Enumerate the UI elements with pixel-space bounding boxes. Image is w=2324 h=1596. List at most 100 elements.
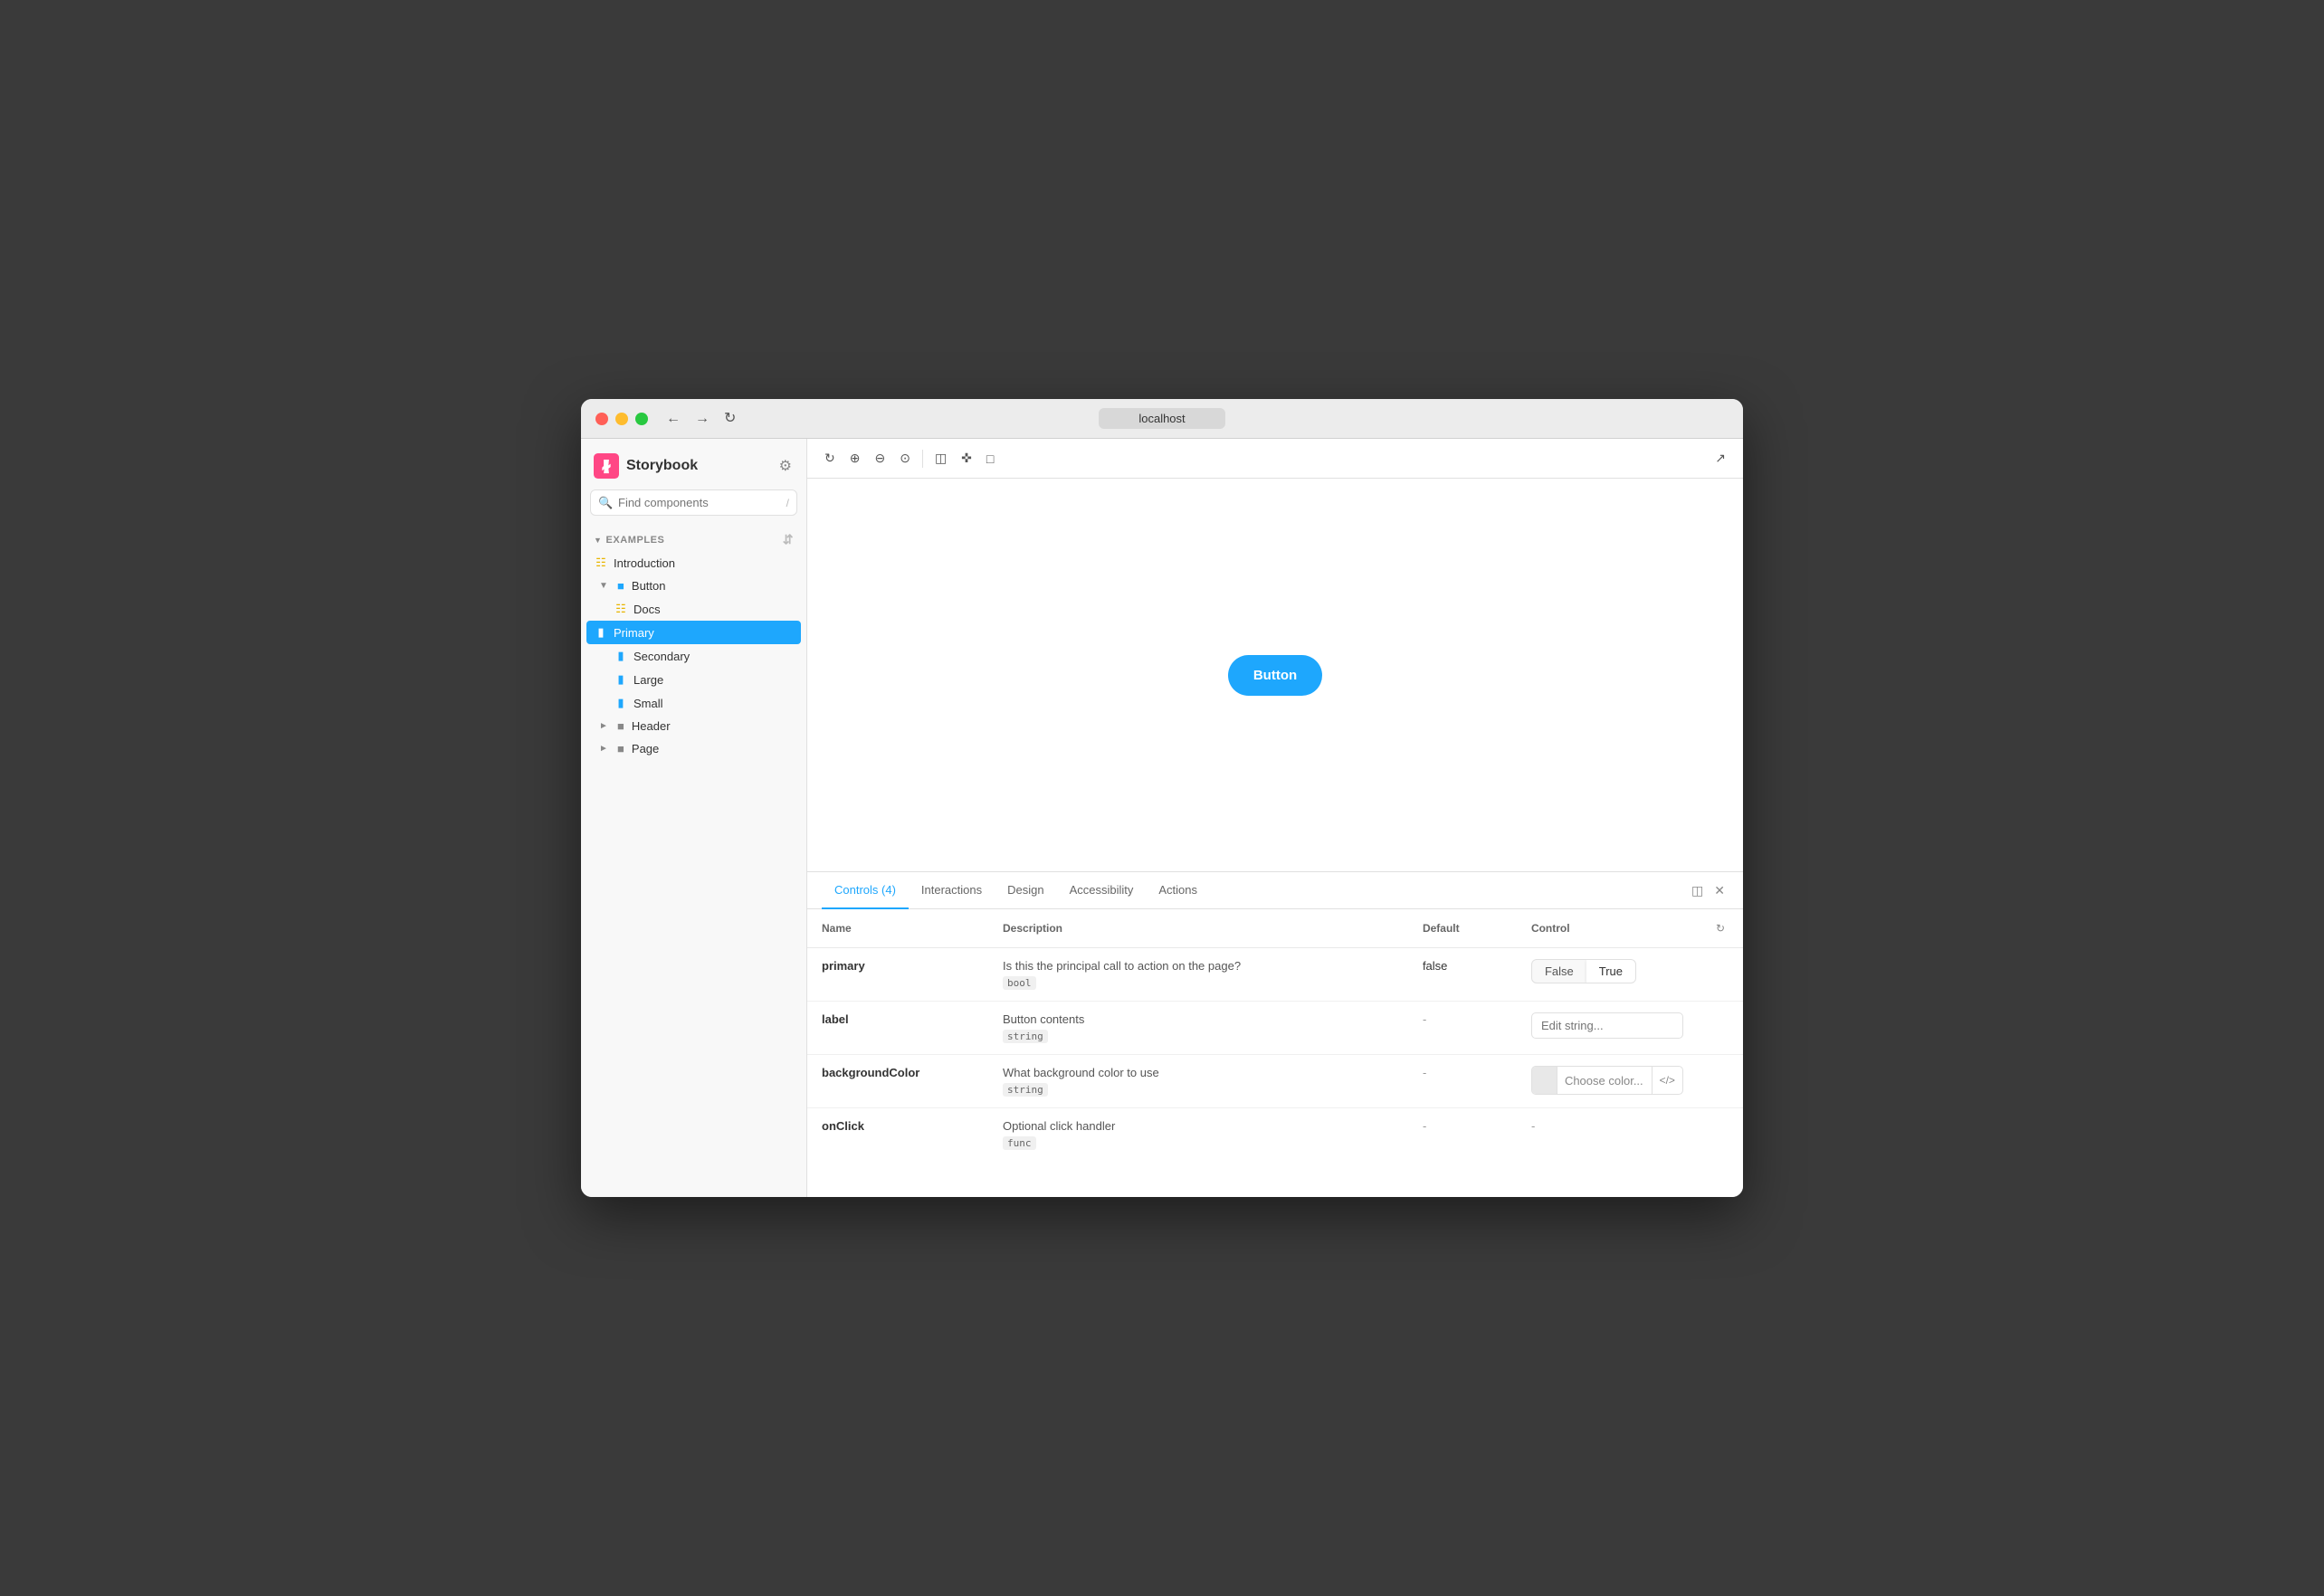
col-header-reset: ↻ [1698, 909, 1743, 948]
reload-toolbar-button[interactable]: ↻ [818, 445, 842, 471]
row-default-primary: false [1408, 948, 1517, 1002]
toolbar-right: ↗ [1709, 445, 1732, 471]
maximize-button[interactable] [635, 413, 648, 425]
table-row: label Button contents string - [807, 1002, 1743, 1055]
tab-controls[interactable]: Controls (4) [822, 872, 909, 909]
bottom-panel: Controls (4) Interactions Design Accessi… [807, 871, 1743, 1197]
sidebar-item-label: Secondary [633, 650, 690, 663]
settings-button[interactable]: ⚙ [777, 455, 794, 477]
search-icon: 🔍 [598, 496, 613, 510]
nav-section-examples: ▼ EXAMPLES ⇵ ☷ Introduction ▼ ■ Button [581, 528, 806, 767]
frame-button[interactable]: ◫ [929, 445, 953, 471]
open-new-tab-button[interactable]: ↗ [1709, 445, 1732, 471]
col-header-name: Name [807, 909, 988, 948]
color-placeholder-text: Choose color... [1557, 1074, 1652, 1088]
section-header-examples[interactable]: ▼ EXAMPLES ⇵ [581, 528, 806, 551]
row-control-primary: False True [1517, 948, 1698, 1002]
row-desc-onclick: Optional click handler func [988, 1108, 1408, 1162]
type-badge-bgcolor: string [1003, 1083, 1048, 1097]
col-header-default: Default [1408, 909, 1517, 948]
sidebar-group-header[interactable]: ► ■ Header [581, 715, 806, 737]
sidebar-group-button[interactable]: ▼ ■ Button [581, 575, 806, 597]
story-icon: ▮ [594, 625, 608, 640]
tab-accessibility[interactable]: Accessibility [1057, 872, 1147, 909]
zoom-reset-button[interactable]: ⊙ [893, 445, 917, 471]
tab-interactions[interactable]: Interactions [909, 872, 995, 909]
row-name-bgcolor: backgroundColor [807, 1055, 988, 1108]
app-window: ← → ↻ localhost Storybook ⚙ � [581, 399, 1743, 1197]
row-default-onclick: - [1408, 1108, 1517, 1162]
close-panel-button[interactable]: ✕ [1710, 879, 1729, 902]
label-string-input[interactable] [1531, 1012, 1683, 1039]
sidebar-header: Storybook ⚙ [581, 439, 806, 489]
logo-text: Storybook [626, 458, 698, 474]
sidebar-item-button-small[interactable]: ▮ Small [581, 691, 806, 715]
chevron-down-icon: ▼ [594, 536, 602, 545]
sidebar-item-label: Introduction [614, 556, 675, 570]
preview-area: Button [807, 479, 1743, 871]
grid-button[interactable]: ✜ [955, 445, 978, 471]
storybook-logo-icon [594, 453, 619, 479]
sidebar-item-label: Primary [614, 626, 654, 640]
sidebar-group-label: Page [632, 742, 659, 755]
expand-panel-button[interactable]: ◫ [1688, 879, 1707, 902]
sidebar-item-label: Large [633, 673, 663, 687]
back-button[interactable]: ← [666, 412, 681, 426]
row-name-label: label [807, 1002, 988, 1055]
row-reset-bgcolor [1698, 1055, 1743, 1108]
color-swatch[interactable] [1532, 1067, 1557, 1094]
component-icon: ■ [614, 719, 628, 733]
bool-true-option[interactable]: True [1586, 960, 1635, 983]
preview-button[interactable]: Button [1228, 655, 1322, 696]
sidebar-item-introduction[interactable]: ☷ Introduction [581, 551, 806, 575]
caret-down-icon: ▼ [599, 581, 608, 591]
table-row: onClick Optional click handler func - - [807, 1108, 1743, 1162]
toolbar-divider-1 [922, 450, 923, 468]
tab-actions[interactable]: Actions [1146, 872, 1210, 909]
measure-button[interactable]: □ [980, 446, 1000, 471]
row-default-label: - [1408, 1002, 1517, 1055]
main-content: ↻ ⊕ ⊖ ⊙ ◫ ✜ □ ↗ Button Controls (4) [807, 439, 1743, 1197]
sidebar-item-label: Docs [633, 603, 661, 616]
search-input[interactable] [590, 489, 797, 516]
table-row: primary Is this the principal call to ac… [807, 948, 1743, 1002]
zoom-in-button[interactable]: ⊕ [843, 445, 867, 471]
row-name-onclick: onClick [807, 1108, 988, 1162]
zoom-out-button[interactable]: ⊖ [868, 445, 891, 471]
row-reset-primary [1698, 948, 1743, 1002]
color-code-button[interactable]: </> [1652, 1067, 1682, 1094]
row-default-bgcolor: - [1408, 1055, 1517, 1108]
sidebar-group-label: Button [632, 579, 666, 593]
search-shortcut: / [786, 497, 789, 509]
sidebar-item-button-secondary[interactable]: ▮ Secondary [581, 644, 806, 668]
sidebar-item-button-primary[interactable]: ▮ Primary [586, 621, 801, 644]
story-icon: ▮ [614, 672, 628, 687]
docs-icon: ☷ [614, 602, 628, 616]
logo-area: Storybook [594, 453, 698, 479]
search-box: 🔍 / [590, 489, 797, 516]
toolbar: ↻ ⊕ ⊖ ⊙ ◫ ✜ □ ↗ [807, 439, 1743, 479]
type-badge-onclick: func [1003, 1136, 1036, 1150]
col-header-control: Control [1517, 909, 1698, 948]
minimize-button[interactable] [615, 413, 628, 425]
bool-false-option[interactable]: False [1532, 960, 1586, 983]
sidebar-item-button-large[interactable]: ▮ Large [581, 668, 806, 691]
forward-button[interactable]: → [695, 412, 710, 426]
controls-table: Name Description Default Control ↻ [807, 909, 1743, 1197]
reload-button[interactable]: ↻ [724, 412, 736, 426]
sidebar-item-button-docs[interactable]: ☷ Docs [581, 597, 806, 621]
sidebar-group-page[interactable]: ► ■ Page [581, 737, 806, 760]
type-badge-primary: bool [1003, 976, 1036, 990]
story-icon: ▮ [614, 696, 628, 710]
close-button[interactable] [595, 413, 608, 425]
reset-controls-button[interactable]: ↻ [1712, 918, 1729, 938]
browser-nav: ← → ↻ [666, 412, 736, 426]
row-control-label [1517, 1002, 1698, 1055]
table-row: backgroundColor What background color to… [807, 1055, 1743, 1108]
tabs-row: Controls (4) Interactions Design Accessi… [807, 872, 1743, 909]
url-bar[interactable]: localhost [1099, 408, 1225, 429]
sidebar-item-label: Small [633, 697, 663, 710]
row-control-bgcolor: Choose color... </> [1517, 1055, 1698, 1108]
row-desc-label: Button contents string [988, 1002, 1408, 1055]
tab-design[interactable]: Design [995, 872, 1056, 909]
